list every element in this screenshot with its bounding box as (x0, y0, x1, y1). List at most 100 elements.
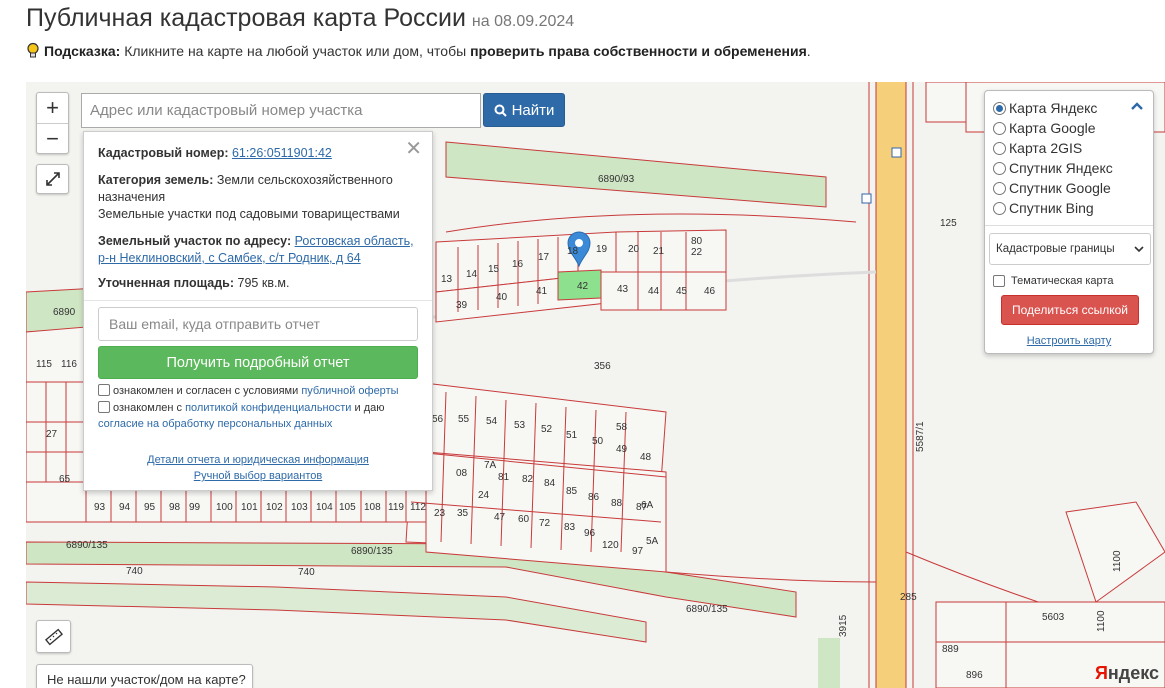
map-label: 53 (514, 420, 526, 431)
green-strip-lower (26, 581, 647, 643)
not-found-button[interactable]: Не нашли участок/дом на карте? (36, 664, 253, 688)
map-label: 43 (617, 284, 629, 295)
map-label: 48 (640, 452, 652, 463)
zoom-out-button[interactable]: − (37, 123, 68, 153)
search-button-label: Найти (511, 101, 555, 119)
layers-panel: Карта Яндекс Карта Google Карта 2GIS Спу… (984, 90, 1154, 354)
map-label: 81 (498, 472, 510, 483)
map-label: 40 (496, 292, 508, 303)
map-label: 100 (216, 502, 233, 513)
map-label: 65 (59, 474, 71, 485)
map-label: 42 (577, 281, 589, 292)
fullscreen-button[interactable] (36, 164, 69, 194)
thematic-map-label: Тематическая карта (1011, 275, 1114, 287)
radio[interactable] (993, 141, 1006, 155)
layer-option-google-satellite[interactable]: Спутник Google (993, 178, 1111, 198)
map-label: 35 (457, 508, 469, 519)
map-label: 96 (584, 528, 596, 539)
map-label: 27 (46, 429, 58, 440)
map-label: 5603 (1042, 612, 1065, 623)
search-icon (494, 104, 507, 117)
boundaries-select-value: Кадастровые границы (996, 243, 1115, 255)
ruler-button[interactable] (36, 620, 71, 653)
map-label: 98 (169, 502, 181, 513)
map-label: 119 (388, 502, 404, 513)
email-field[interactable] (98, 307, 418, 341)
report-details-link[interactable]: Детали отчета и юридическая информация (147, 454, 369, 466)
page-title: Публичная кадастровая карта России на 08.… (26, 4, 574, 38)
map-label: 20 (628, 244, 640, 255)
radio[interactable] (993, 161, 1006, 175)
cadastral-number-label: Кадастровый номер: (98, 146, 229, 160)
map-label: 15 (488, 264, 500, 275)
map-canvas[interactable]: 6890/93 6890/135 6890/135 6890/135 740 7… (26, 82, 1165, 688)
map-label: 58 (616, 422, 628, 433)
map-label: 80 (691, 236, 703, 247)
map-label: 84 (544, 478, 556, 489)
privacy-checkbox[interactable] (98, 401, 110, 413)
map-label: 95 (144, 502, 156, 513)
search-input[interactable] (81, 93, 481, 128)
manual-selection-link[interactable]: Ручной выбор вариантов (194, 470, 322, 482)
hint-end: . (806, 43, 811, 59)
bus-stop-icon (861, 193, 872, 204)
search-button[interactable]: Найти (483, 93, 565, 127)
map-label: 105 (339, 502, 356, 513)
layer-option-google-map[interactable]: Карта Google (993, 118, 1096, 138)
offer-link[interactable]: публичной оферты (301, 385, 398, 397)
layer-option-yandex-map[interactable]: Карта Яндекс (993, 98, 1097, 118)
boundaries-select[interactable]: Кадастровые границы (989, 233, 1151, 265)
map-label: 17 (538, 252, 550, 263)
layer-option-label: Спутник Bing (1009, 200, 1094, 216)
configure-map-link[interactable]: Настроить карту (985, 335, 1153, 347)
map-label: 18 (567, 246, 579, 257)
map-label: 22 (691, 247, 703, 258)
layer-option-label: Карта Яндекс (1009, 100, 1098, 116)
map-label: 94 (119, 502, 131, 513)
radio[interactable] (993, 201, 1006, 215)
offer-checkbox[interactable] (98, 384, 110, 396)
map-label: 24 (478, 490, 490, 501)
map-label: 41 (536, 286, 548, 297)
page-title-main: Публичная кадастровая карта России (26, 4, 466, 32)
parcel-info-panel: ✕ Кадастровый номер: 61:26:0511901:42 Ка… (83, 131, 433, 491)
map-label: 19 (596, 244, 608, 255)
map-label: 5А (646, 536, 659, 547)
map-label: 1100 (1112, 550, 1123, 572)
thematic-map-row[interactable]: Тематическая карта (993, 275, 1113, 287)
map-label: 102 (266, 502, 283, 513)
layer-option-2gis-map[interactable]: Карта 2GIS (993, 138, 1082, 158)
map-label: 285 (900, 592, 917, 603)
map-label: 44 (648, 286, 660, 297)
expand-icon (45, 172, 60, 186)
map-label: 14 (466, 269, 478, 280)
cadastral-number-row: Кадастровый номер: 61:26:0511901:42 (98, 145, 420, 162)
radio[interactable] (993, 121, 1006, 135)
yandex-logo: Яндекс (1094, 663, 1159, 683)
map-label: 54 (486, 416, 498, 427)
map-label: 99 (189, 502, 201, 513)
map-label: 120 (602, 540, 619, 551)
privacy-policy-link[interactable]: политикой конфиденциальности (185, 402, 351, 414)
personal-data-consent-link[interactable]: согласие на обработку персональных данны… (98, 418, 332, 430)
zoom-in-button[interactable]: + (37, 93, 68, 123)
cadastral-number-link[interactable]: 61:26:0511901:42 (232, 146, 332, 160)
map-label: 740 (298, 567, 315, 578)
map-label: 116 (61, 359, 77, 370)
radio[interactable] (993, 181, 1006, 195)
map-label: 45 (676, 286, 688, 297)
layer-option-bing-satellite[interactable]: Спутник Bing (993, 198, 1094, 218)
divider (84, 300, 432, 301)
radio-selected[interactable] (993, 101, 1006, 115)
share-link-button[interactable]: Поделиться ссылкой (1001, 295, 1139, 325)
chevron-up-icon[interactable] (1130, 101, 1144, 111)
layer-option-yandex-satellite[interactable]: Спутник Яндекс (993, 158, 1113, 178)
ruler-icon (44, 628, 63, 645)
map-label: 6А (641, 500, 654, 511)
map-label: 1100 (1096, 610, 1107, 632)
get-report-button[interactable]: Получить подробный отчет (98, 346, 418, 379)
map-label: 47 (494, 512, 506, 523)
address-label: Земельный участок по адресу: (98, 234, 292, 248)
thematic-map-checkbox[interactable] (993, 275, 1005, 287)
area-label: Уточненная площадь: (98, 276, 235, 290)
